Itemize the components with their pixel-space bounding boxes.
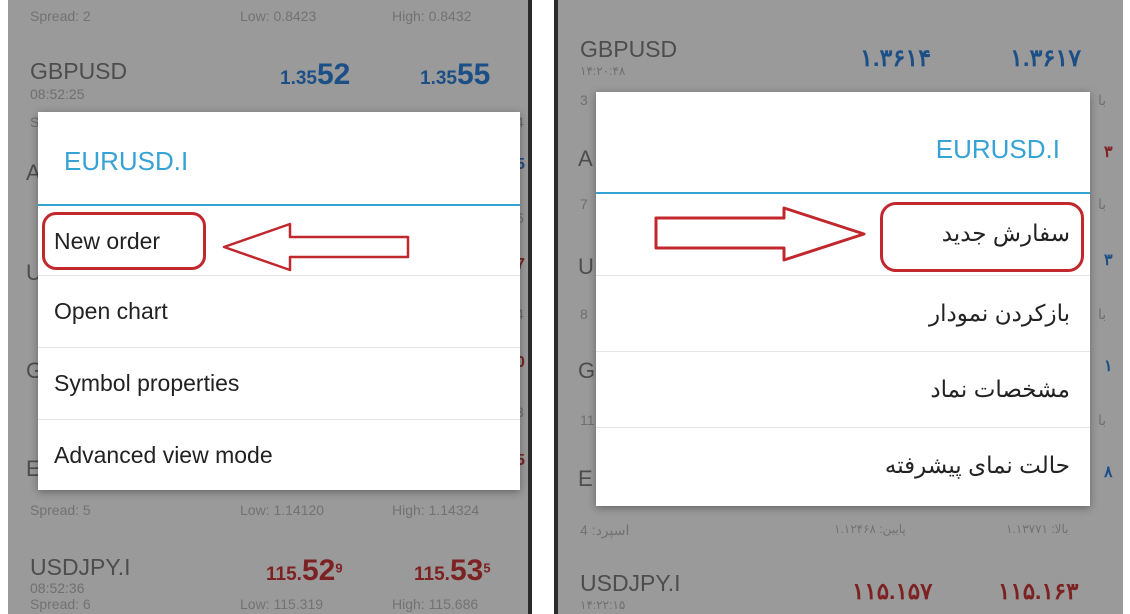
menu-item-label: مشخصات نماد	[930, 376, 1070, 402]
ask-price: ۱۱۵.۱۶۳	[998, 578, 1079, 604]
quote-time: 08:52:25	[30, 86, 85, 102]
spread-value: Spread: 5	[30, 502, 91, 518]
hidden-row-fragment: A	[578, 146, 593, 171]
ask-price: 1.3555	[420, 58, 491, 91]
highlight-circle	[42, 212, 206, 270]
dialog-title: EURUSD.I	[935, 134, 1060, 164]
hidden-row-fragment: 3	[580, 92, 588, 108]
hidden-row-fragment: با	[1098, 412, 1107, 428]
right-arrow-icon	[654, 206, 866, 262]
spread-value: Spread: 2	[30, 8, 91, 24]
hidden-row-fragment: U	[578, 254, 594, 279]
quote-row-stats: اسپرد: 4 پایین: ۱.۱۲۴۶۸ بالا: ۱.۱۳۷۷۱	[558, 516, 1123, 546]
menu-item-label: بازکردن نمودار	[929, 300, 1070, 326]
hidden-row-fragment: با	[1098, 196, 1107, 212]
symbol-name: GBPUSD	[30, 58, 128, 84]
bid-price: ۱.۳۶۱۴	[860, 45, 932, 72]
menu-item-label: Advanced view mode	[54, 442, 273, 468]
hidden-row-fragment: ۱	[1104, 358, 1113, 375]
menu-item-symbol-properties[interactable]: مشخصات نماد	[596, 352, 1090, 428]
quote-time: 08:52:36	[30, 580, 85, 596]
menu-item-advanced-view-mode[interactable]: Advanced view mode	[38, 420, 520, 490]
ask-price: ۱.۳۶۱۷	[1010, 45, 1082, 72]
symbol-context-menu: EURUSD.I سفارش جدید بازکردن نمودار مشخصا…	[596, 92, 1090, 506]
quote-row-stats: Spread: 2 Low: 0.8423 High: 0.8432	[8, 0, 528, 34]
hidden-row-fragment: 8	[580, 306, 588, 322]
low-value: Low: 1.14120	[240, 502, 325, 518]
bid-price: 115.529	[266, 554, 343, 587]
high-value: بالا: ۱.۱۳۷۷۱	[1006, 522, 1069, 536]
menu-item-advanced-view-mode[interactable]: حالت نمای پیشرفته	[596, 428, 1090, 506]
hidden-row-fragment: G	[578, 358, 596, 383]
menu-item-label: حالت نمای پیشرفته	[884, 452, 1070, 478]
right-quotes-screen: GBPUSD ۱۴:۲۰:۴۸ ۱.۳۶۱۴ ۱.۳۶۱۷ 3 با A ۳ 7…	[558, 0, 1123, 614]
highlight-circle	[880, 202, 1084, 272]
low-value: Low: 115.319	[240, 596, 324, 612]
hidden-row-fragment: 7	[580, 196, 588, 212]
ask-price: 115.535	[414, 554, 491, 587]
hidden-row-fragment: با	[1098, 92, 1107, 108]
hidden-row-fragment: با	[1098, 306, 1107, 322]
panel-separator	[528, 0, 532, 614]
hidden-row-fragment: 11	[580, 412, 595, 428]
low-value: پایین: ۱.۱۲۴۶۸	[834, 522, 906, 536]
high-value: High: 115.686	[392, 596, 479, 612]
menu-item-label: Symbol properties	[54, 370, 240, 396]
bid-price: ۱۱۵.۱۵۷	[852, 578, 933, 604]
symbol-name: USDJPY.I	[30, 554, 131, 580]
left-arrow-icon	[222, 222, 410, 272]
symbol-context-menu: EURUSD.I New order Open chart Symbol pro…	[38, 112, 520, 490]
hidden-row-fragment: ۳	[1104, 144, 1113, 161]
quote-row-gbpusd[interactable]: GBPUSD 08:52:25 1.3552 1.3555	[8, 50, 528, 110]
bid-price: 1.3552	[280, 58, 351, 91]
left-quotes-screen: Spread: 2 Low: 0.8423 High: 0.8432 GBPUS…	[8, 0, 528, 614]
hidden-row-fragment: ۳	[1104, 252, 1113, 269]
hidden-row-fragment: E	[578, 466, 593, 491]
symbol-name: GBPUSD	[580, 36, 678, 62]
menu-item-symbol-properties[interactable]: Symbol properties	[38, 348, 520, 420]
quote-time: ۱۴:۲۲:۱۵	[580, 598, 626, 612]
menu-item-label: Open chart	[54, 298, 168, 324]
high-value: High: 1.14324	[392, 502, 480, 518]
spread-value: Spread: 6	[30, 596, 91, 612]
hidden-row-fragment: ۸	[1104, 464, 1113, 481]
high-value: High: 0.8432	[392, 8, 472, 24]
quote-row-usdjpy[interactable]: USDJPY.I 08:52:36 Spread: 6 Low: 115.319…	[8, 548, 528, 614]
menu-item-open-chart[interactable]: بازکردن نمودار	[596, 276, 1090, 352]
quote-time: ۱۴:۲۰:۴۸	[580, 64, 626, 78]
low-value: Low: 0.8423	[240, 8, 317, 24]
quote-row-gbpusd[interactable]: GBPUSD ۱۴:۲۰:۴۸ ۱.۳۶۱۴ ۱.۳۶۱۷	[558, 30, 1123, 90]
spread-value: اسپرد: 4	[580, 522, 630, 538]
dialog-title: EURUSD.I	[64, 146, 189, 176]
quote-row-usdjpy[interactable]: USDJPY.I ۱۴:۲۲:۱۵ ۱۱۵.۱۵۷ ۱۱۵.۱۶۳	[558, 566, 1123, 614]
symbol-name: USDJPY.I	[580, 570, 681, 596]
menu-item-open-chart[interactable]: Open chart	[38, 276, 520, 348]
quote-row-stats: Spread: 5 Low: 1.14120 High: 1.14324	[8, 494, 528, 530]
